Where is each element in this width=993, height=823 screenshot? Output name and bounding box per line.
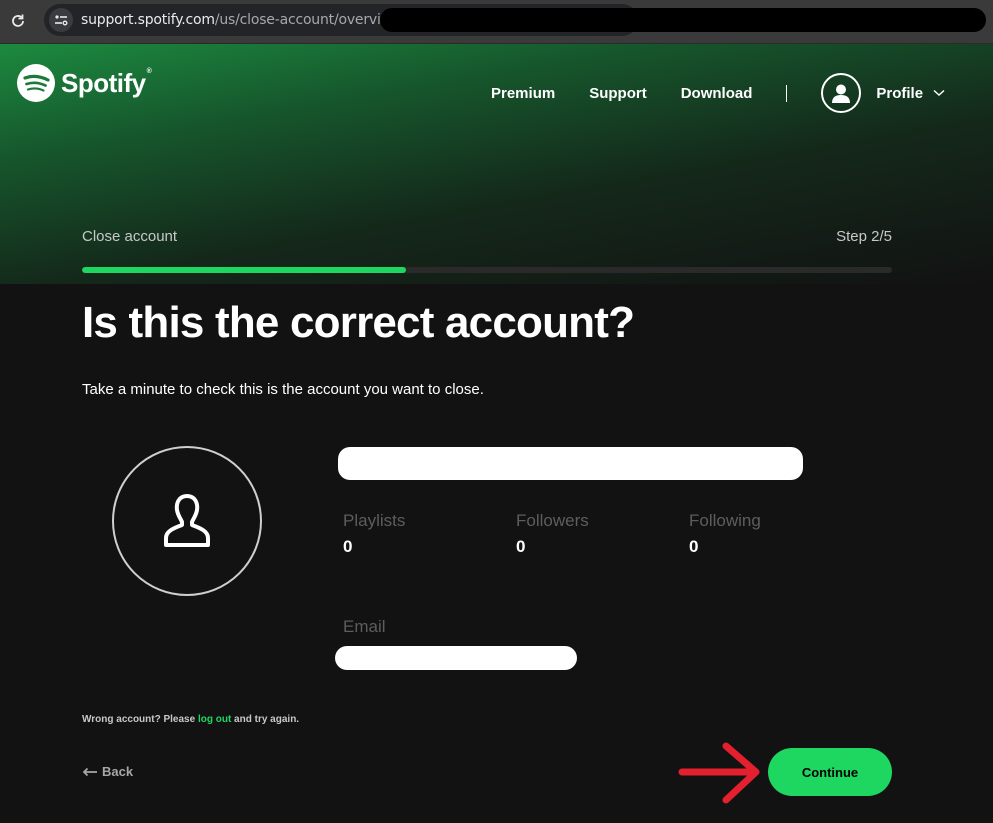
nav-support[interactable]: Support	[589, 85, 647, 102]
profile-avatar	[821, 73, 862, 113]
spotify-logo[interactable]: Spotify®	[17, 64, 152, 102]
progress-bar-fill	[82, 267, 406, 273]
stat-value: 0	[343, 537, 353, 556]
nav-premium[interactable]: Premium	[491, 85, 555, 102]
top-nav: Premium Support Download Profile	[491, 73, 945, 113]
tune-icon	[55, 15, 68, 26]
wrong-account-prefix: Wrong account? Please	[82, 714, 198, 725]
stat-label: Following	[689, 511, 761, 530]
wrong-account-suffix: and try again.	[231, 714, 300, 725]
stat-label: Followers	[516, 511, 589, 530]
wrong-account-note: Wrong account? Please log out and try ag…	[82, 714, 299, 725]
stat-value: 0	[689, 537, 699, 556]
registered-mark: ®	[146, 67, 152, 75]
stat-following: Following 0	[689, 511, 761, 557]
annotation-arrow-icon	[678, 742, 760, 804]
account-avatar	[112, 446, 262, 596]
reload-icon	[12, 14, 24, 27]
stat-value: 0	[516, 537, 526, 556]
profile-label: Profile	[876, 84, 924, 102]
redacted-url-block	[380, 8, 986, 32]
redacted-email	[335, 646, 577, 670]
stat-followers: Followers 0	[516, 511, 589, 557]
back-label: Back	[102, 764, 134, 779]
reload-button[interactable]	[8, 11, 28, 31]
user-outline-icon	[164, 494, 210, 547]
page-title: Is this the correct account?	[82, 298, 635, 347]
step-indicator: Step 2/5	[836, 228, 892, 245]
logo-wordmark: Spotify®	[61, 67, 152, 99]
flow-section-label: Close account	[82, 228, 178, 245]
stat-label: Playlists	[343, 511, 406, 530]
url-host: support.spotify.com	[81, 12, 215, 28]
logo-text: Spotify	[61, 67, 146, 98]
arrow-left-icon	[82, 767, 98, 777]
continue-button[interactable]: Continue	[768, 748, 892, 796]
log-out-link[interactable]: log out	[198, 714, 231, 725]
spotify-logo-icon	[17, 64, 55, 102]
user-icon	[832, 84, 851, 103]
stat-playlists: Playlists 0	[343, 511, 405, 557]
page-subtitle: Take a minute to check this is the accou…	[82, 381, 484, 398]
browser-toolbar: support.spotify.com/us/close-account/ove…	[0, 0, 993, 44]
progress-bar	[82, 267, 892, 273]
site-info-button[interactable]	[49, 8, 73, 32]
chevron-down-icon	[933, 89, 945, 97]
email-label: Email	[343, 617, 386, 636]
redacted-username	[338, 447, 803, 480]
nav-divider	[786, 84, 788, 102]
nav-download[interactable]: Download	[681, 85, 753, 102]
back-button[interactable]: Back	[82, 764, 133, 779]
profile-menu[interactable]: Profile	[821, 73, 945, 113]
url-text[interactable]: support.spotify.com/us/close-account/ove…	[81, 12, 414, 28]
